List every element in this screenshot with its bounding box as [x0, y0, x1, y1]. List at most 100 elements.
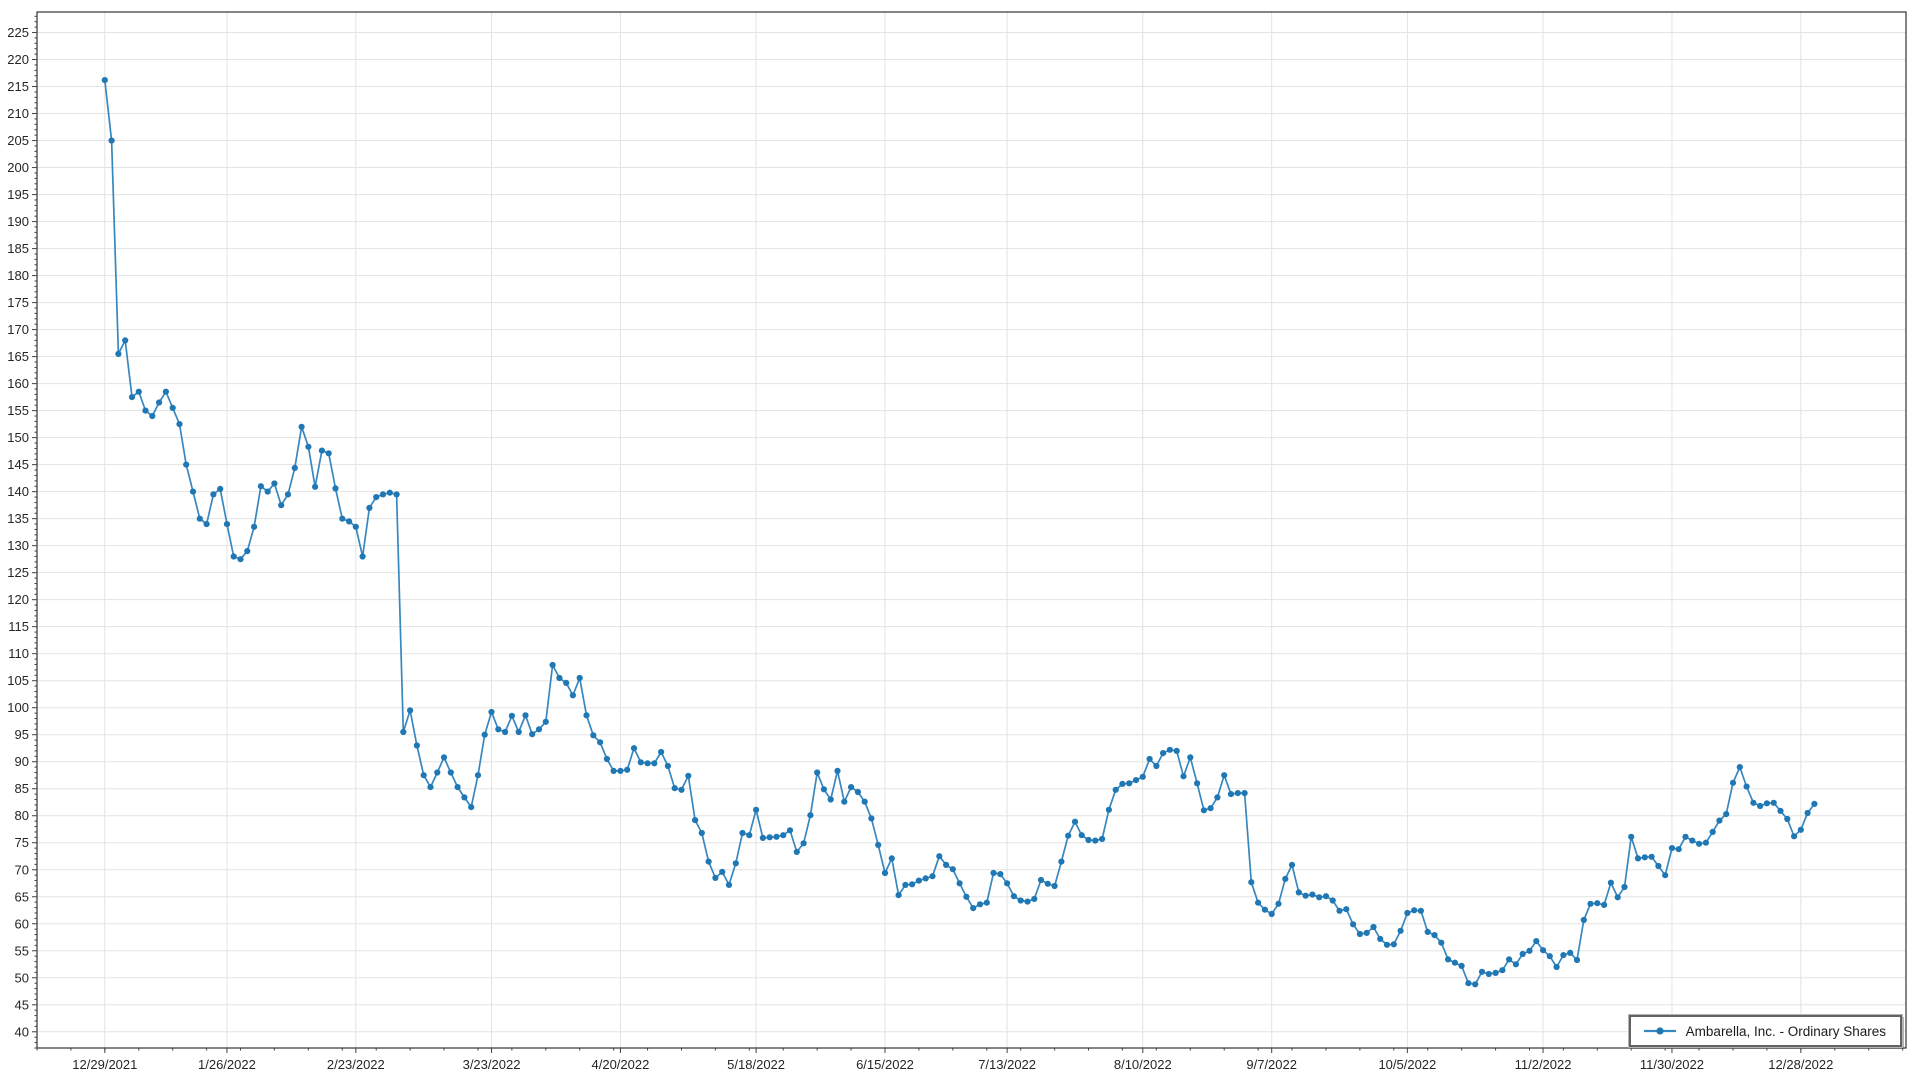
data-point[interactable] — [448, 769, 454, 775]
data-point[interactable] — [1031, 896, 1037, 902]
data-point[interactable] — [1133, 777, 1139, 783]
data-point[interactable] — [583, 712, 589, 718]
data-point[interactable] — [346, 518, 352, 524]
data-point[interactable] — [1336, 908, 1342, 914]
data-point[interactable] — [1811, 801, 1817, 807]
data-point[interactable] — [1411, 907, 1417, 913]
data-point[interactable] — [1296, 889, 1302, 895]
data-point[interactable] — [1119, 781, 1125, 787]
data-point[interactable] — [1533, 938, 1539, 944]
data-point[interactable] — [760, 835, 766, 841]
data-point[interactable] — [1072, 819, 1078, 825]
data-point[interactable] — [394, 491, 400, 497]
data-point[interactable] — [1493, 970, 1499, 976]
legend[interactable]: Ambarella, Inc. - Ordinary Shares — [1629, 1015, 1902, 1047]
data-point[interactable] — [244, 548, 250, 554]
data-point[interactable] — [455, 784, 461, 790]
data-point[interactable] — [258, 483, 264, 489]
data-point[interactable] — [773, 834, 779, 840]
data-point[interactable] — [1737, 764, 1743, 770]
data-point[interactable] — [1655, 863, 1661, 869]
data-point[interactable] — [210, 491, 216, 497]
data-point[interactable] — [1703, 840, 1709, 846]
data-point[interactable] — [217, 486, 223, 492]
data-point[interactable] — [1554, 964, 1560, 970]
data-point[interactable] — [1343, 906, 1349, 912]
data-point[interactable] — [339, 516, 345, 522]
data-point[interactable] — [1052, 883, 1058, 889]
data-point[interactable] — [611, 768, 617, 774]
data-point[interactable] — [828, 796, 834, 802]
data-point[interactable] — [251, 524, 257, 530]
data-point[interactable] — [699, 830, 705, 836]
data-point[interactable] — [1744, 784, 1750, 790]
data-point[interactable] — [332, 485, 338, 491]
data-point[interactable] — [868, 815, 874, 821]
data-point[interactable] — [1187, 754, 1193, 760]
data-point[interactable] — [129, 394, 135, 400]
data-point[interactable] — [1248, 879, 1254, 885]
data-point[interactable] — [916, 878, 922, 884]
data-point[interactable] — [1710, 829, 1716, 835]
data-point[interactable] — [1730, 780, 1736, 786]
data-point[interactable] — [1621, 884, 1627, 890]
data-point[interactable] — [529, 731, 535, 737]
data-point[interactable] — [1357, 931, 1363, 937]
data-point[interactable] — [1465, 980, 1471, 986]
data-point[interactable] — [889, 855, 895, 861]
data-point[interactable] — [814, 769, 820, 775]
data-point[interactable] — [638, 759, 644, 765]
data-point[interactable] — [326, 450, 332, 456]
data-point[interactable] — [645, 760, 651, 766]
data-point[interactable] — [1479, 969, 1485, 975]
data-point[interactable] — [1608, 880, 1614, 886]
data-point[interactable] — [1153, 763, 1159, 769]
data-point[interactable] — [1567, 950, 1573, 956]
data-point[interactable] — [1425, 929, 1431, 935]
data-point[interactable] — [1560, 952, 1566, 958]
data-point[interactable] — [1642, 854, 1648, 860]
data-point[interactable] — [292, 465, 298, 471]
data-point[interactable] — [102, 77, 108, 83]
data-point[interactable] — [1526, 948, 1532, 954]
data-point[interactable] — [563, 680, 569, 686]
data-point[interactable] — [1635, 855, 1641, 861]
data-point[interactable] — [678, 787, 684, 793]
data-point[interactable] — [1689, 838, 1695, 844]
data-point[interactable] — [848, 784, 854, 790]
data-point[interactable] — [1160, 750, 1166, 756]
data-point[interactable] — [807, 812, 813, 818]
data-point[interactable] — [651, 760, 657, 766]
data-point[interactable] — [882, 870, 888, 876]
data-point[interactable] — [353, 524, 359, 530]
data-point[interactable] — [1364, 930, 1370, 936]
data-point[interactable] — [943, 862, 949, 868]
data-point[interactable] — [1377, 936, 1383, 942]
data-point[interactable] — [570, 692, 576, 698]
data-point[interactable] — [1221, 772, 1227, 778]
data-point[interactable] — [1574, 957, 1580, 963]
data-point[interactable] — [516, 729, 522, 735]
data-point[interactable] — [821, 786, 827, 792]
data-point[interactable] — [984, 900, 990, 906]
data-point[interactable] — [1262, 907, 1268, 913]
data-point[interactable] — [957, 880, 963, 886]
data-point[interactable] — [407, 707, 413, 713]
data-point[interactable] — [522, 712, 528, 718]
data-point[interactable] — [1784, 816, 1790, 822]
data-point[interactable] — [1011, 893, 1017, 899]
data-point[interactable] — [1167, 747, 1173, 753]
data-point[interactable] — [1079, 832, 1085, 838]
data-point[interactable] — [1486, 971, 1492, 977]
data-point[interactable] — [1520, 951, 1526, 957]
data-point[interactable] — [726, 882, 732, 888]
data-point[interactable] — [977, 901, 983, 907]
data-point[interactable] — [271, 480, 277, 486]
data-point[interactable] — [685, 773, 691, 779]
data-point[interactable] — [1214, 794, 1220, 800]
data-point[interactable] — [753, 807, 759, 813]
data-point[interactable] — [170, 405, 176, 411]
data-point[interactable] — [1445, 956, 1451, 962]
data-point[interactable] — [1092, 838, 1098, 844]
data-point[interactable] — [427, 784, 433, 790]
